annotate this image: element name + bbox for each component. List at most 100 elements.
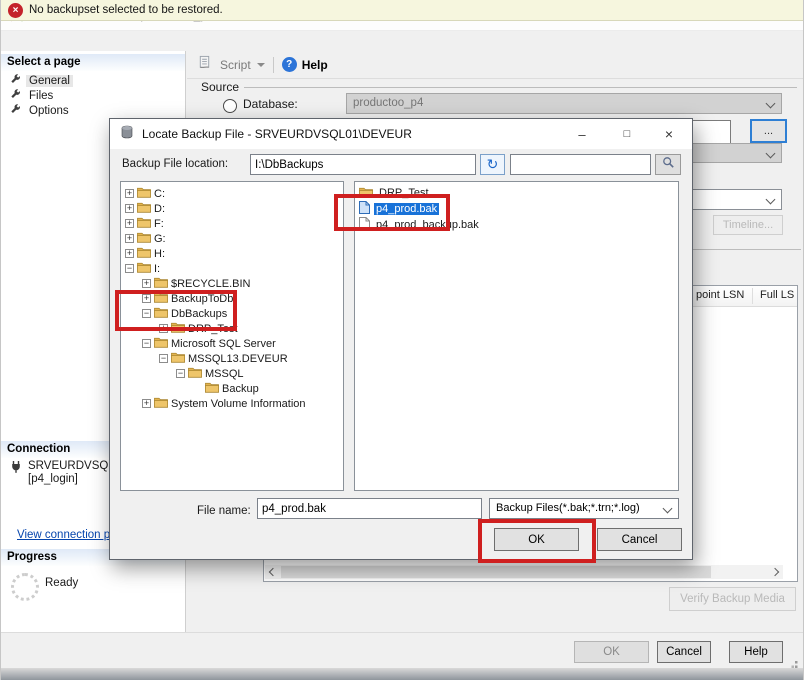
chevron-down-icon: [766, 195, 776, 205]
collapse-icon[interactable]: −: [125, 264, 134, 273]
locate-dialog-title: Locate Backup File - SRVEURDVSQL01\DEVEU…: [142, 127, 412, 141]
script-button[interactable]: Script: [220, 58, 251, 72]
folder-icon: [154, 276, 168, 291]
scroll-right-arrow[interactable]: [769, 565, 783, 579]
search-input[interactable]: [510, 154, 651, 175]
database-icon: [120, 125, 134, 144]
browse-button[interactable]: ...: [750, 119, 787, 143]
help-button-footer[interactable]: Help: [729, 641, 783, 663]
tree-item-label: D:: [154, 203, 165, 215]
wrench-icon: [10, 74, 21, 88]
scroll-left-arrow[interactable]: [265, 565, 279, 579]
expand-icon[interactable]: +: [142, 279, 151, 288]
sidebar-item-general[interactable]: General: [1, 73, 185, 88]
error-message: No backupset selected to be restored.: [29, 4, 223, 16]
grid-horizontal-scrollbar: [265, 565, 783, 579]
folder-icon: [137, 261, 151, 276]
tree-item-recycle-bin[interactable]: + $RECYCLE.BIN: [121, 276, 343, 291]
refresh-button[interactable]: ↻: [480, 154, 505, 175]
annotation-box-p4-prod-bak: [334, 194, 450, 231]
expand-icon[interactable]: +: [125, 189, 134, 198]
tree-item-system-volume-information[interactable]: + System Volume Information: [121, 396, 343, 411]
chevron-down-icon: [766, 149, 776, 159]
file-name-label: File name:: [197, 505, 251, 517]
script-dropdown-caret-icon[interactable]: [257, 63, 265, 71]
connection-plug-icon: [9, 460, 23, 479]
grid-header-separator: [752, 288, 753, 304]
source-group-label: Source: [201, 80, 239, 94]
tree-item-label: C:: [154, 188, 165, 200]
backup-file-location-input[interactable]: [250, 154, 476, 175]
expand-icon[interactable]: +: [125, 204, 134, 213]
scrollbar-thumb[interactable]: [281, 566, 711, 578]
folder-icon: [137, 186, 151, 201]
file-type-filter-combo[interactable]: Backup Files(*.bak;*.trn;*.log): [489, 498, 679, 519]
folder-icon: [171, 351, 185, 366]
tree-item-label: $RECYCLE.BIN: [171, 278, 250, 290]
tree-item-g[interactable]: + G:: [121, 231, 343, 246]
grid-header-checkpoint-lsn[interactable]: point LSN: [696, 289, 744, 301]
connection-info: SRVEURDVSQL0 [p4_login]: [9, 460, 121, 486]
expand-icon[interactable]: +: [125, 249, 134, 258]
sidebar-item-label: Options: [26, 105, 72, 117]
verify-backup-media-button[interactable]: Verify Backup Media: [669, 587, 796, 611]
tree-item-label: G:: [154, 233, 166, 245]
expand-icon[interactable]: +: [125, 234, 134, 243]
tree-item-label: System Volume Information: [171, 398, 306, 410]
cancel-button[interactable]: Cancel: [657, 641, 711, 663]
dialog-toolbar: Script ? Help: [187, 51, 804, 79]
sidebar-item-files[interactable]: Files: [1, 88, 185, 103]
folder-icon: [205, 381, 219, 396]
chevron-down-icon: [766, 99, 776, 109]
tree-item-backup[interactable]: Backup: [121, 381, 343, 396]
tree-item-c[interactable]: + C:: [121, 186, 343, 201]
sidebar-item-options[interactable]: Options: [1, 103, 185, 118]
folder-icon: [137, 201, 151, 216]
search-icon: [662, 156, 675, 174]
folder-icon: [137, 231, 151, 246]
collapse-icon[interactable]: −: [142, 339, 151, 348]
grid-header-full-lsn[interactable]: Full LS: [760, 289, 794, 301]
tree-item-mssql13-deveur[interactable]: − MSSQL13.DEVEUR: [121, 351, 343, 366]
folder-icon: [188, 366, 202, 381]
tree-item-label: MSSQL13.DEVEUR: [188, 353, 288, 365]
error-bar: × No backupset selected to be restored.: [1, 0, 804, 21]
sidebar-item-label: General: [26, 75, 73, 87]
wrench-icon: [10, 89, 21, 103]
dialog-maximize-button[interactable]: □: [612, 119, 642, 149]
tree-item-label: F:: [154, 218, 164, 230]
source-database-combo[interactable]: productoo_p4: [346, 93, 782, 114]
tree-item-i[interactable]: − I:: [121, 261, 343, 276]
sidebar-item-label: Files: [26, 90, 56, 102]
toolbar-separator: [273, 57, 274, 73]
dialog-minimize-button[interactable]: –: [567, 119, 597, 149]
dialog-cancel-button[interactable]: Cancel: [597, 528, 682, 551]
collapse-icon[interactable]: −: [159, 354, 168, 363]
progress-status: Ready: [45, 577, 78, 589]
file-name-input[interactable]: [257, 498, 482, 519]
chevron-down-icon: [663, 504, 673, 514]
tree-item-mssql[interactable]: −MSSQL: [121, 366, 343, 381]
folder-icon: [154, 396, 168, 411]
backup-file-location-label: Backup File location:: [122, 158, 228, 170]
database-radio[interactable]: [223, 99, 237, 113]
tree-item-microsoft-sql-server[interactable]: −Microsoft SQL Server: [121, 336, 343, 351]
annotation-box-dbbackups: [115, 290, 237, 331]
annotation-box-ok-button: [478, 519, 596, 563]
folder-icon: [137, 216, 151, 231]
search-button[interactable]: [655, 154, 681, 175]
ok-button[interactable]: OK: [574, 641, 649, 663]
tree-item-f[interactable]: + F:: [121, 216, 343, 231]
timeline-button[interactable]: Timeline...: [713, 215, 783, 235]
expand-icon[interactable]: +: [142, 399, 151, 408]
tree-item-h[interactable]: +H:: [121, 246, 343, 261]
tree-item-label: I:: [154, 263, 160, 275]
tree-item-d[interactable]: + D:: [121, 201, 343, 216]
dialog-close-button[interactable]: ×: [654, 119, 684, 149]
help-button[interactable]: Help: [302, 58, 328, 72]
expand-icon[interactable]: +: [125, 219, 134, 228]
tree-item-label: Backup: [222, 383, 259, 395]
restore-database-window: Restore Database - productoo_p4 – □ × × …: [0, 0, 804, 680]
refresh-icon: ↻: [487, 156, 499, 173]
collapse-icon[interactable]: −: [176, 369, 185, 378]
